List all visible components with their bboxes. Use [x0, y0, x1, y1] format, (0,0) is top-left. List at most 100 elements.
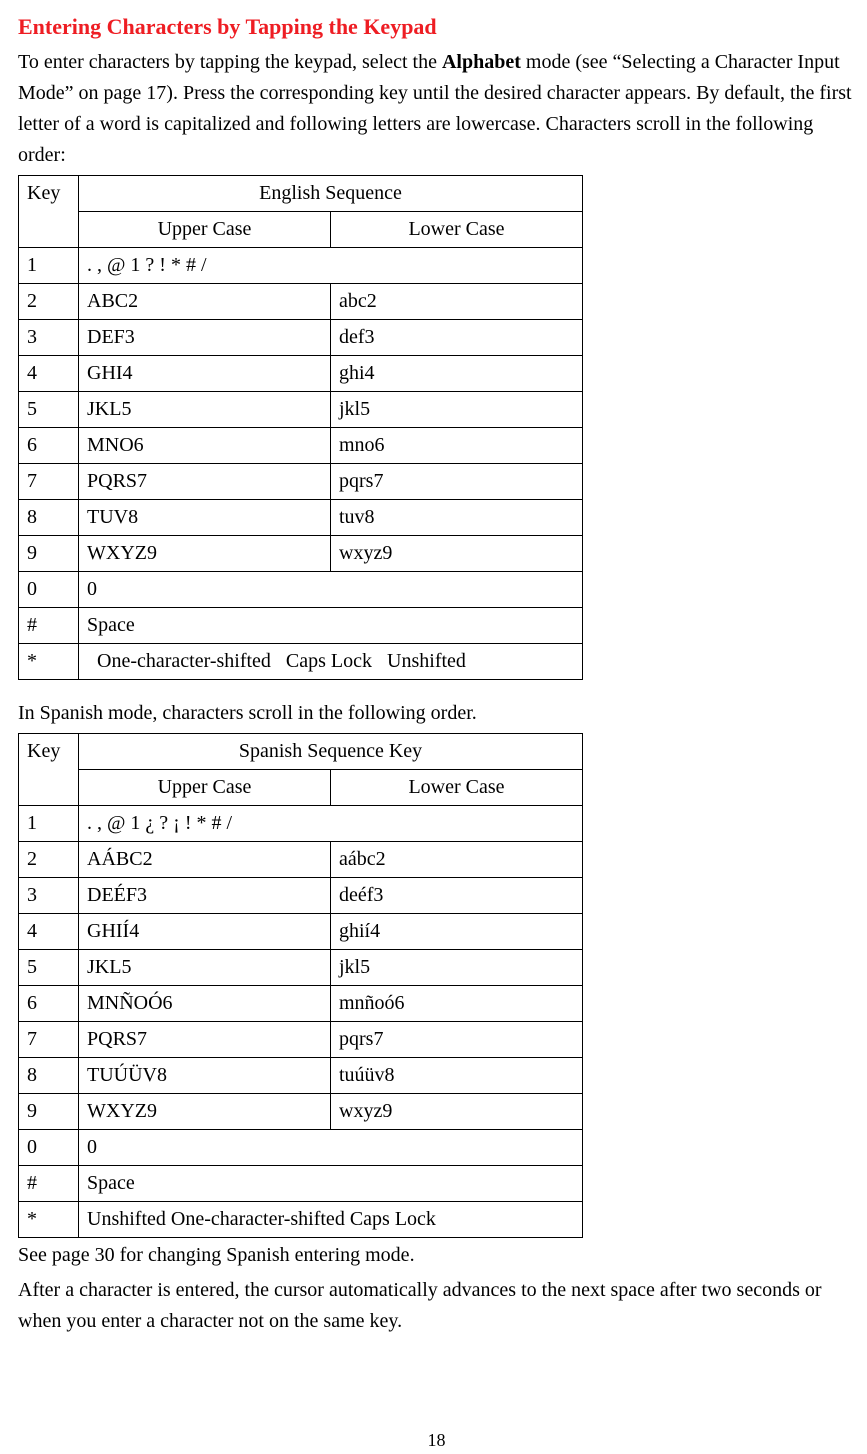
cell-lower: ghií4 — [331, 914, 583, 950]
table-row: 8TUV8tuv8 — [19, 500, 583, 536]
cell-upper: MNO6 — [79, 428, 331, 464]
header-key: Key — [19, 176, 79, 248]
cell-upper: GHI4 — [79, 356, 331, 392]
cell-key: * — [19, 644, 79, 680]
table-row: 9WXYZ9wxyz9 — [19, 536, 583, 572]
page-number: 18 — [18, 1427, 855, 1454]
spanish-sequence-table: Key Spanish Sequence Key Upper Case Lowe… — [18, 733, 583, 1238]
header-key: Key — [19, 734, 79, 806]
table-row: 3DEF3def3 — [19, 320, 583, 356]
cell-key: 0 — [19, 1130, 79, 1166]
cell-lower: pqrs7 — [331, 1022, 583, 1058]
cell-key: 9 — [19, 1094, 79, 1130]
intro-text-1: To enter characters by tapping the keypa… — [18, 51, 442, 73]
cell-key: 9 — [19, 536, 79, 572]
table-header-row: Key Spanish Sequence Key — [19, 734, 583, 770]
cell-key: # — [19, 608, 79, 644]
header-lower: Lower Case — [331, 770, 583, 806]
header-sequence: English Sequence — [79, 176, 583, 212]
table-row: 4GHI4ghi4 — [19, 356, 583, 392]
table-row: #Space — [19, 608, 583, 644]
table-row: 2ABC2abc2 — [19, 284, 583, 320]
cell-lower: tuv8 — [331, 500, 583, 536]
table-row: 00 — [19, 1130, 583, 1166]
cell-upper: AÁBC2 — [79, 842, 331, 878]
table-row: 9WXYZ9wxyz9 — [19, 1094, 583, 1130]
table-row: 2AÁBC2aábc2 — [19, 842, 583, 878]
cell-key: 5 — [19, 950, 79, 986]
cell-upper: TUÚÜV8 — [79, 1058, 331, 1094]
english-sequence-table: Key English Sequence Upper Case Lower Ca… — [18, 175, 583, 680]
table-row: #Space — [19, 1166, 583, 1202]
intro-bold-word: Alphabet — [442, 51, 521, 73]
cell-key: 1 — [19, 806, 79, 842]
cell-key: 7 — [19, 1022, 79, 1058]
cell-key: # — [19, 1166, 79, 1202]
cell-lower: wxyz9 — [331, 536, 583, 572]
table-row: 3DEÉF3deéf3 — [19, 878, 583, 914]
cell-key: 8 — [19, 1058, 79, 1094]
table-header-row: Key English Sequence — [19, 176, 583, 212]
cell-lower: def3 — [331, 320, 583, 356]
after-char-paragraph: After a character is entered, the cursor… — [18, 1275, 855, 1337]
table-row: 1. , @ 1 ¿ ? ¡ ! * # / — [19, 806, 583, 842]
cell-span: One-character-shifted Caps Lock Unshifte… — [79, 644, 583, 680]
table-row: 1. , @ 1 ? ! * # / — [19, 248, 583, 284]
cell-lower: pqrs7 — [331, 464, 583, 500]
cell-lower: mno6 — [331, 428, 583, 464]
cell-upper: JKL5 — [79, 950, 331, 986]
cell-key: 4 — [19, 914, 79, 950]
cell-key: 2 — [19, 842, 79, 878]
cell-upper: PQRS7 — [79, 1022, 331, 1058]
cell-span: 0 — [79, 572, 583, 608]
cell-lower: deéf3 — [331, 878, 583, 914]
cell-span: . , @ 1 ¿ ? ¡ ! * # / — [79, 806, 583, 842]
table-row: * One-character-shifted Caps Lock Unshif… — [19, 644, 583, 680]
cell-key: 6 — [19, 428, 79, 464]
cell-upper: DEÉF3 — [79, 878, 331, 914]
intro-paragraph: To enter characters by tapping the keypa… — [18, 47, 855, 171]
cell-key: 3 — [19, 320, 79, 356]
cell-span: Space — [79, 1166, 583, 1202]
table-subheader-row: Upper Case Lower Case — [19, 770, 583, 806]
cell-upper: MNÑOÓ6 — [79, 986, 331, 1022]
cell-key: 3 — [19, 878, 79, 914]
cell-upper: DEF3 — [79, 320, 331, 356]
table-row: 00 — [19, 572, 583, 608]
cell-key: 8 — [19, 500, 79, 536]
cell-upper: JKL5 — [79, 392, 331, 428]
cell-lower: mnñoó6 — [331, 986, 583, 1022]
cell-key: 1 — [19, 248, 79, 284]
cell-upper: PQRS7 — [79, 464, 331, 500]
cell-key: 6 — [19, 986, 79, 1022]
cell-upper: WXYZ9 — [79, 1094, 331, 1130]
cell-lower: aábc2 — [331, 842, 583, 878]
header-upper: Upper Case — [79, 212, 331, 248]
table-row: 7PQRS7pqrs7 — [19, 464, 583, 500]
header-upper: Upper Case — [79, 770, 331, 806]
see-page-note: See page 30 for changing Spanish enterin… — [18, 1240, 855, 1271]
cell-lower: wxyz9 — [331, 1094, 583, 1130]
table-row: *Unshifted One-character-shifted Caps Lo… — [19, 1202, 583, 1238]
table-row: 6MNO6mno6 — [19, 428, 583, 464]
cell-key: 4 — [19, 356, 79, 392]
table-row: 6MNÑOÓ6mnñoó6 — [19, 986, 583, 1022]
cell-upper: TUV8 — [79, 500, 331, 536]
cell-span: 0 — [79, 1130, 583, 1166]
cell-span: . , @ 1 ? ! * # / — [79, 248, 583, 284]
table-row: 7PQRS7pqrs7 — [19, 1022, 583, 1058]
header-sequence: Spanish Sequence Key — [79, 734, 583, 770]
table-row: 5JKL5jkl5 — [19, 392, 583, 428]
cell-key: * — [19, 1202, 79, 1238]
cell-span: Space — [79, 608, 583, 644]
spanish-intro: In Spanish mode, characters scroll in th… — [18, 698, 855, 729]
cell-key: 0 — [19, 572, 79, 608]
section-heading: Entering Characters by Tapping the Keypa… — [18, 10, 855, 43]
cell-key: 5 — [19, 392, 79, 428]
cell-upper: GHIÍ4 — [79, 914, 331, 950]
cell-key: 2 — [19, 284, 79, 320]
table-row: 5JKL5jkl5 — [19, 950, 583, 986]
table-row: 4GHIÍ4ghií4 — [19, 914, 583, 950]
cell-lower: tuúüv8 — [331, 1058, 583, 1094]
cell-upper: WXYZ9 — [79, 536, 331, 572]
